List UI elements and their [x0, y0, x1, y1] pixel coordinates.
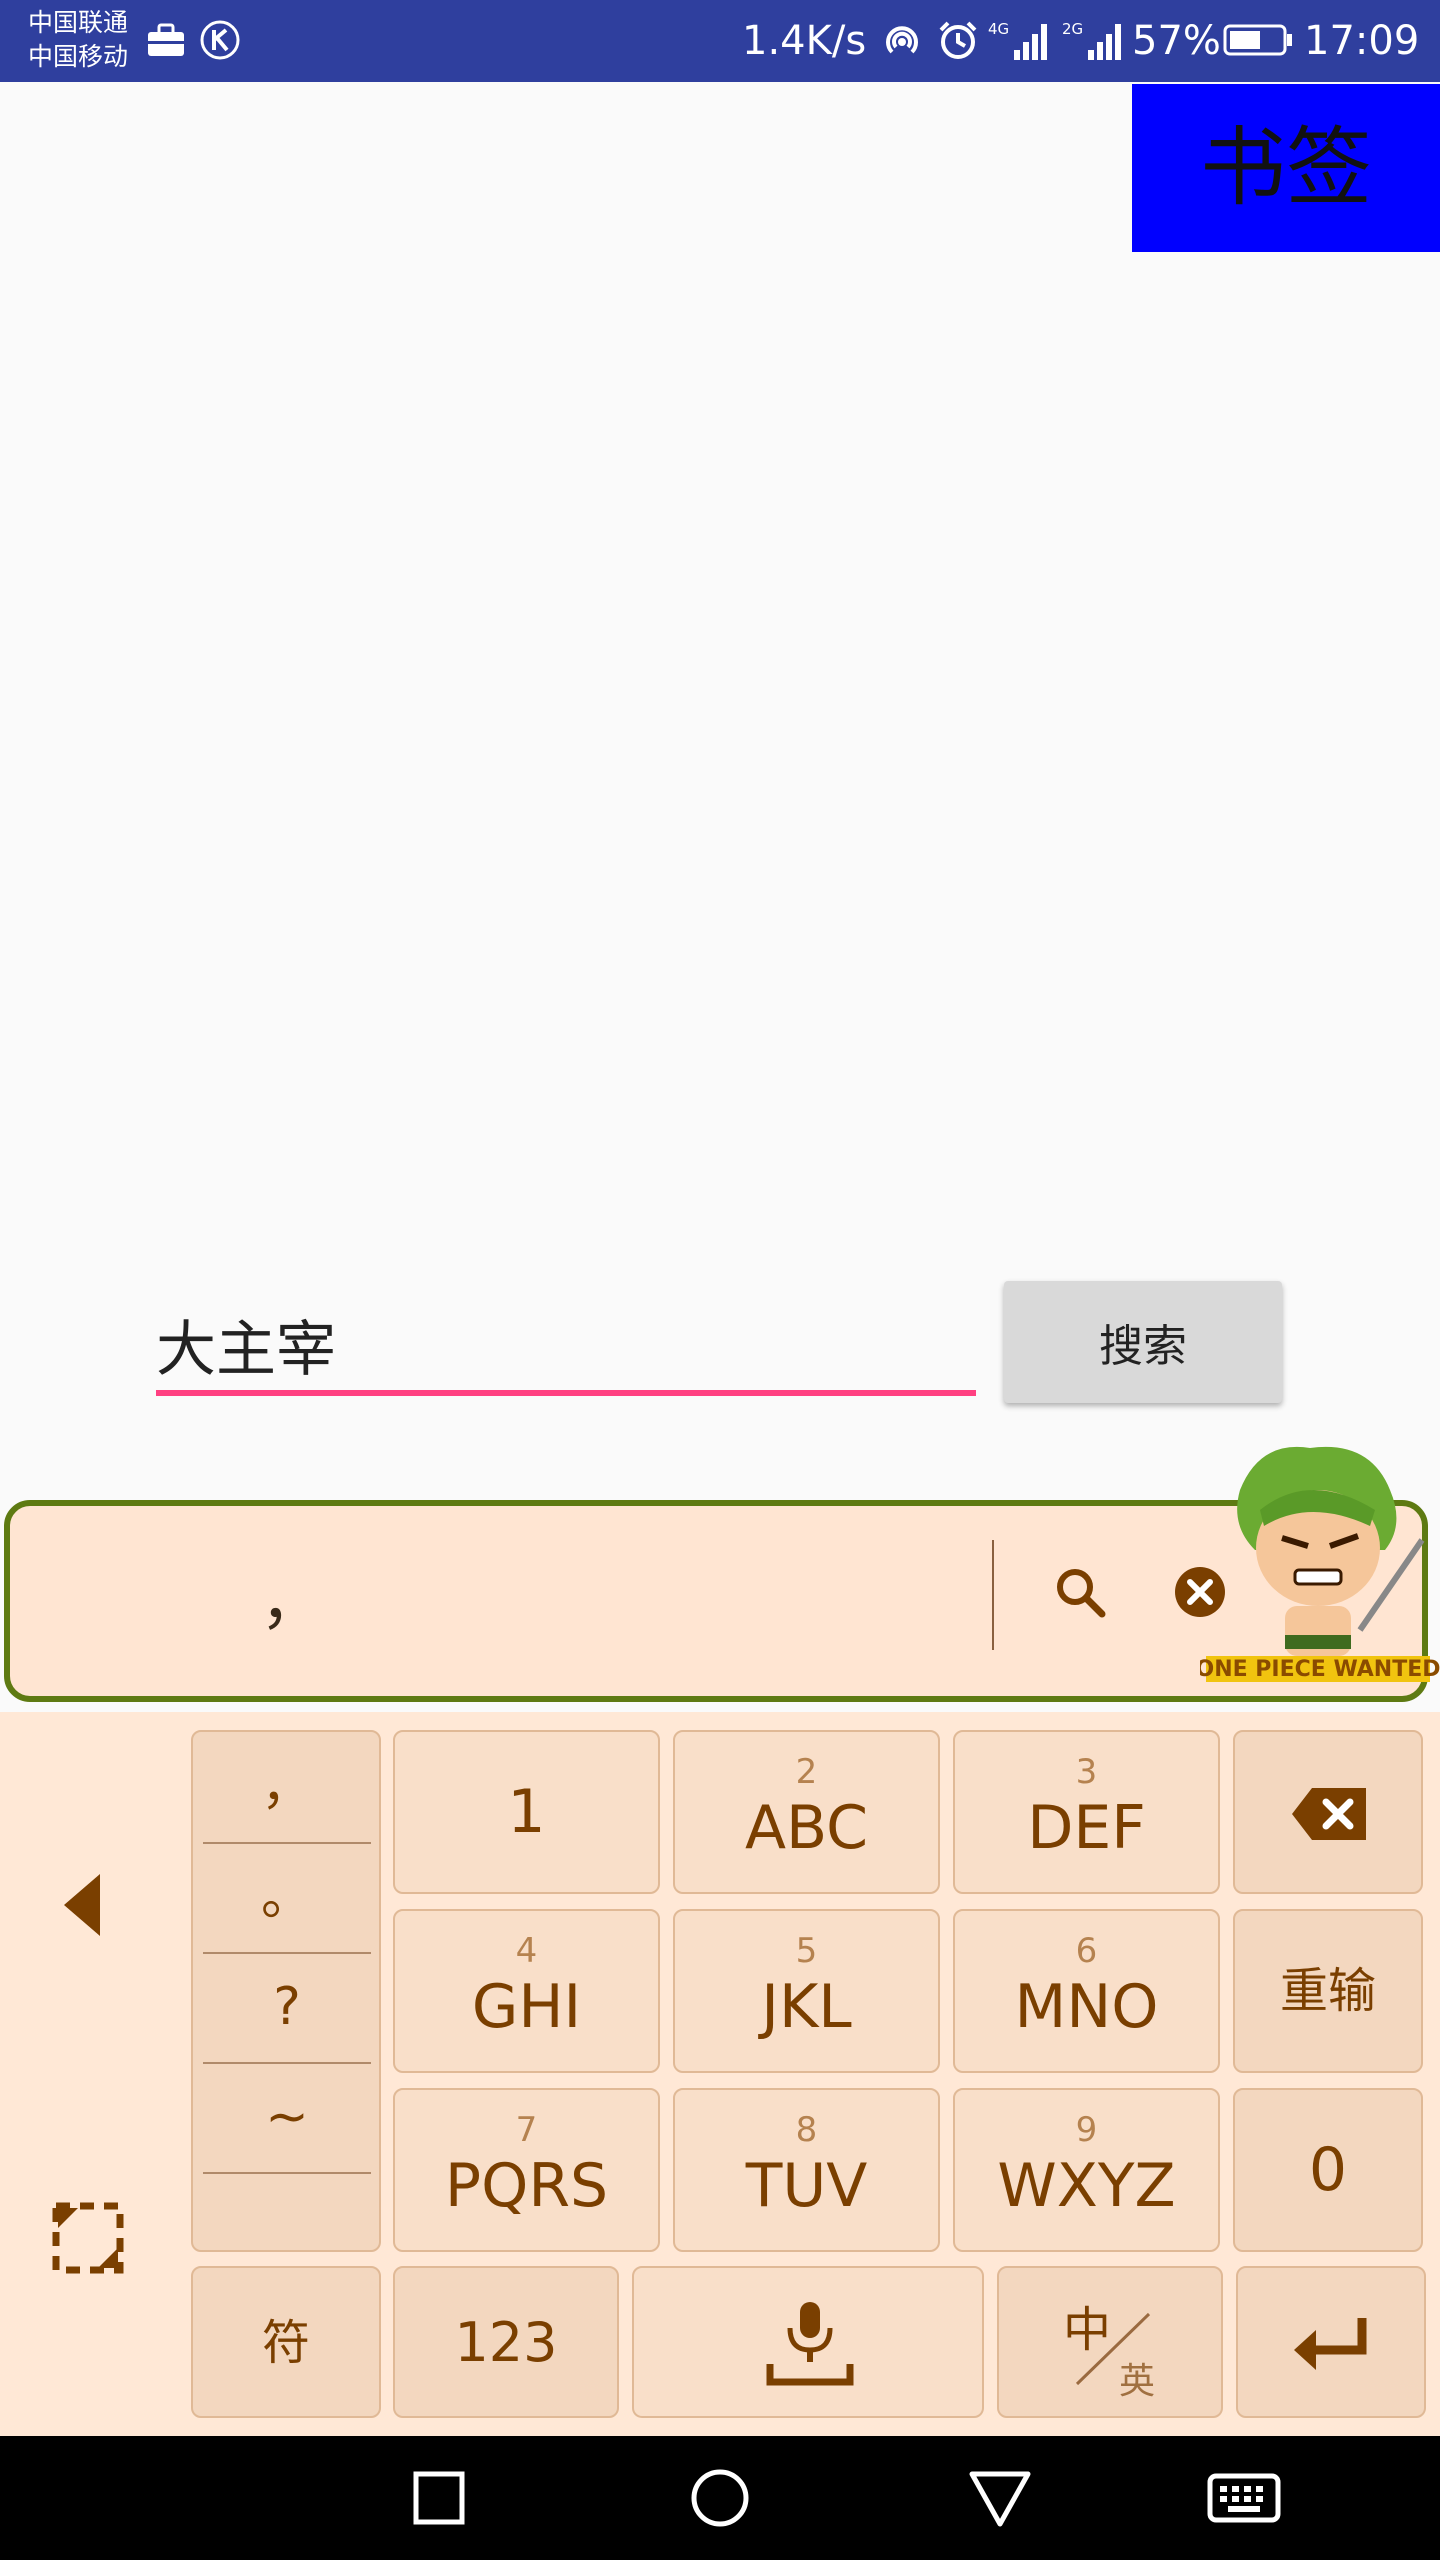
hotspot-icon [878, 18, 926, 62]
symbols-key[interactable]: 符 [191, 2266, 381, 2418]
clock: 17:09 [1304, 18, 1420, 64]
signal-4g-icon: 4G [988, 18, 1052, 62]
key-0-label: 0 [1308, 2135, 1348, 2205]
key-8-tuv[interactable]: 8 TUV [673, 2088, 940, 2252]
key-5-jkl[interactable]: 5 JKL [673, 1909, 940, 2073]
punct-tilde[interactable]: ~ [203, 2062, 371, 2174]
carrier-2: 中国移动 [28, 42, 129, 71]
battery-icon [1222, 18, 1294, 62]
language-switch-key[interactable]: 中 英 [997, 2266, 1223, 2418]
collapse-arrow-icon[interactable] [56, 1870, 112, 1940]
briefcase-icon [144, 18, 188, 62]
network-speed: 1.4K/s [742, 18, 867, 64]
reenter-key[interactable]: 重输 [1233, 1909, 1423, 2073]
signal-2g-label: 2G [1062, 20, 1083, 38]
key-1[interactable]: 1 [393, 1730, 660, 1894]
key-3-label: DEF [1027, 1793, 1146, 1863]
key-2-label: ABC [744, 1793, 869, 1863]
key-9-number: 9 [1075, 2110, 1098, 2150]
key-5-label: JKL [761, 1972, 852, 2042]
carrier-1: 中国联通 [28, 8, 129, 37]
signal-2g-icon: 2G [1062, 18, 1126, 62]
home-icon[interactable] [680, 2464, 760, 2534]
key-7-pqrs[interactable]: 7 PQRS [393, 2088, 660, 2252]
keyboard-toggle-icon[interactable] [1204, 2464, 1284, 2534]
lang-en-label: 英 [1119, 2361, 1156, 2402]
recent-apps-icon[interactable] [400, 2464, 480, 2534]
key-3-number: 3 [1075, 1752, 1098, 1792]
key-9-label: WXYZ [997, 2151, 1176, 2221]
key-5-number: 5 [795, 1931, 818, 1971]
resize-keyboard-icon[interactable] [50, 2200, 126, 2276]
mascot-caption: ONE PIECE WANTED [1200, 1657, 1440, 1682]
enter-key[interactable] [1236, 2266, 1426, 2418]
punct-comma[interactable]: ， [203, 1732, 371, 1844]
bookmark-button[interactable]: 书签 [1132, 84, 1440, 252]
alarm-icon [934, 18, 982, 62]
backspace-key[interactable] [1233, 1730, 1423, 1894]
key-4-number: 4 [515, 1931, 538, 1971]
key-6-mno[interactable]: 6 MNO [953, 1909, 1220, 2073]
key-2-abc[interactable]: 2 ABC [673, 1730, 940, 1894]
key-8-number: 8 [795, 2110, 818, 2150]
punct-question[interactable]: ? [203, 1952, 371, 2064]
search-input-underline [156, 1390, 976, 1396]
key-7-label: PQRS [444, 2151, 609, 2221]
key-4-ghi[interactable]: 4 GHI [393, 1909, 660, 2073]
signal-4g-label: 4G [988, 20, 1009, 38]
battery-percent: 57% [1132, 18, 1221, 64]
back-icon[interactable] [960, 2464, 1040, 2534]
status-bar: 中国联通 中国移动 1.4K/s 4G 2G 57% 17:09 [0, 0, 1440, 82]
key-1-label: 1 [507, 1777, 546, 1847]
enter-icon [1294, 2318, 1367, 2370]
reenter-label: 重输 [1279, 1963, 1376, 2019]
key-6-label: MNO [1014, 1972, 1159, 2042]
punctuation-column: ， 。 ? ~ [191, 1730, 381, 2252]
numbers-label: 123 [454, 2311, 558, 2374]
symbols-label: 符 [261, 2315, 310, 2371]
key-6-number: 6 [1075, 1931, 1098, 1971]
key-8-label: TUV [745, 2151, 868, 2221]
microphone-icon [766, 2302, 854, 2386]
search-button[interactable]: 搜索 [1004, 1281, 1282, 1403]
numbers-key[interactable]: 123 [393, 2266, 619, 2418]
candidate-divider [992, 1540, 994, 1650]
k-app-icon [198, 18, 242, 62]
punct-period[interactable]: 。 [203, 1842, 371, 1954]
key-4-label: GHI [471, 1972, 582, 2042]
key-3-def[interactable]: 3 DEF [953, 1730, 1220, 1894]
key-2-number: 2 [795, 1752, 818, 1792]
key-7-number: 7 [515, 2110, 538, 2150]
search-input[interactable] [156, 1295, 976, 1393]
carrier-labels: 中国联通 中国移动 [28, 6, 128, 74]
search-icon[interactable] [1050, 1562, 1110, 1622]
key-9-wxyz[interactable]: 9 WXYZ [953, 2088, 1220, 2252]
backspace-icon [1292, 1788, 1366, 1840]
space-voice-key[interactable] [632, 2266, 984, 2418]
navigation-bar [0, 2436, 1440, 2560]
mascot-sticker: ONE PIECE WANTED [1196, 1430, 1440, 1710]
candidate-word[interactable]: ， [260, 1550, 324, 1642]
key-0[interactable]: 0 [1233, 2088, 1423, 2252]
